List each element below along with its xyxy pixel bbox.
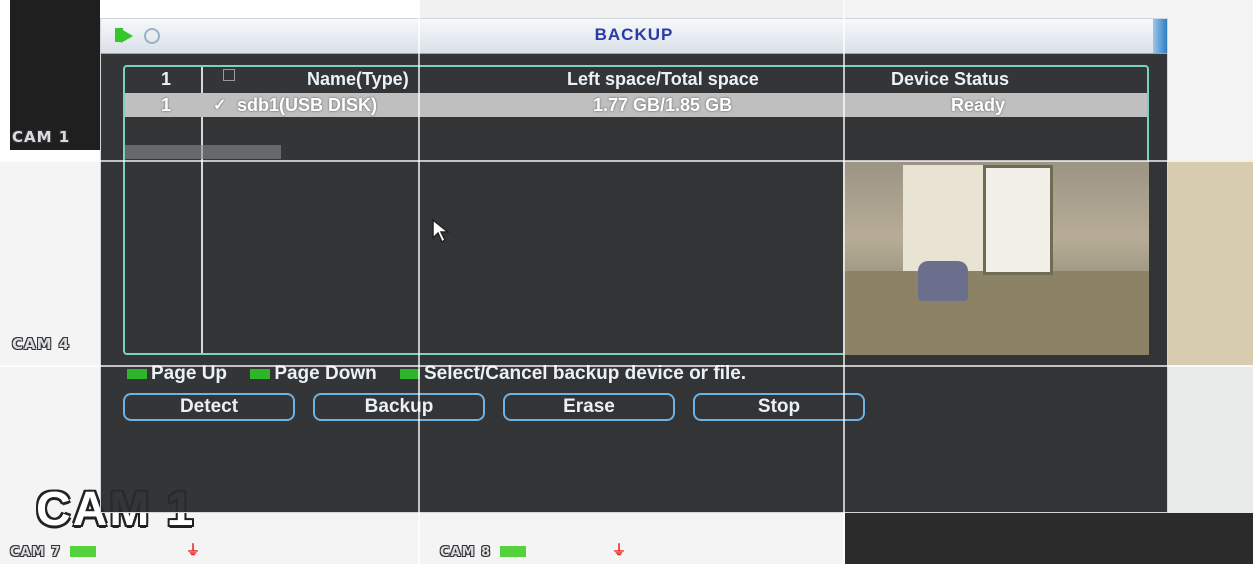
detect-button[interactable]: Detect bbox=[123, 393, 295, 421]
erase-button[interactable]: Erase bbox=[503, 393, 675, 421]
cam-label-1: CAM 1 bbox=[12, 128, 71, 146]
title-bar[interactable]: BACKUP bbox=[101, 19, 1167, 54]
row-checkbox[interactable]: ✓ bbox=[213, 95, 226, 115]
header-name: Name(Type) bbox=[307, 69, 409, 89]
cam-label-8: CAM 8 bbox=[440, 545, 492, 560]
page-down-key-icon bbox=[250, 368, 271, 379]
preview-door bbox=[983, 165, 1053, 275]
header-space: Left space/Total space bbox=[567, 69, 759, 89]
record-badge bbox=[70, 546, 97, 557]
row-index: 1 bbox=[161, 95, 172, 115]
select-all-checkbox[interactable] bbox=[223, 69, 235, 81]
record-badge bbox=[500, 546, 527, 557]
backup-dialog: BACKUP 1 Name(Type) Left space/Total spa… bbox=[100, 18, 1168, 513]
page-up-key-icon bbox=[127, 368, 147, 379]
selection-bar bbox=[125, 145, 281, 159]
dialog-title: BACKUP bbox=[594, 25, 674, 44]
header-index: 1 bbox=[161, 69, 172, 89]
row-name: sdb1(USB DISK) bbox=[237, 95, 378, 115]
backup-button[interactable]: Backup bbox=[313, 393, 485, 421]
alarm-icon: ⏚ bbox=[186, 543, 200, 559]
title-accent bbox=[1153, 19, 1167, 53]
grid-line bbox=[843, 0, 845, 564]
preview-floor bbox=[843, 271, 1149, 355]
grid-line bbox=[0, 365, 1253, 367]
preview-person bbox=[918, 261, 968, 301]
camera-preview bbox=[843, 161, 1149, 355]
grid-line bbox=[418, 0, 420, 564]
cam-footer-8: CAM 8 bbox=[440, 541, 527, 560]
function-key-icon bbox=[400, 368, 420, 379]
table-header: 1 Name(Type) Left space/Total space Devi… bbox=[125, 67, 1147, 91]
stop-button[interactable]: Stop bbox=[693, 393, 865, 421]
cam-cell-9 bbox=[845, 513, 1253, 564]
header-status: Device Status bbox=[891, 69, 1010, 89]
table-row[interactable]: 1 ✓ sdb1(USB DISK) 1.77 GB/1.85 GB Ready bbox=[125, 93, 1147, 117]
row-space: 1.77 GB/1.85 GB bbox=[593, 95, 733, 115]
cam-cell-6 bbox=[1168, 160, 1253, 365]
cam-footer-7: CAM 7 bbox=[10, 541, 97, 560]
cam-label-4: CAM 4 bbox=[12, 335, 71, 353]
cursor-icon bbox=[432, 218, 451, 244]
grid-line bbox=[0, 160, 1253, 162]
cam-label-7: CAM 7 bbox=[10, 545, 62, 560]
alarm-icon: ⏚ bbox=[612, 543, 626, 559]
row-status: Ready bbox=[951, 95, 1006, 115]
